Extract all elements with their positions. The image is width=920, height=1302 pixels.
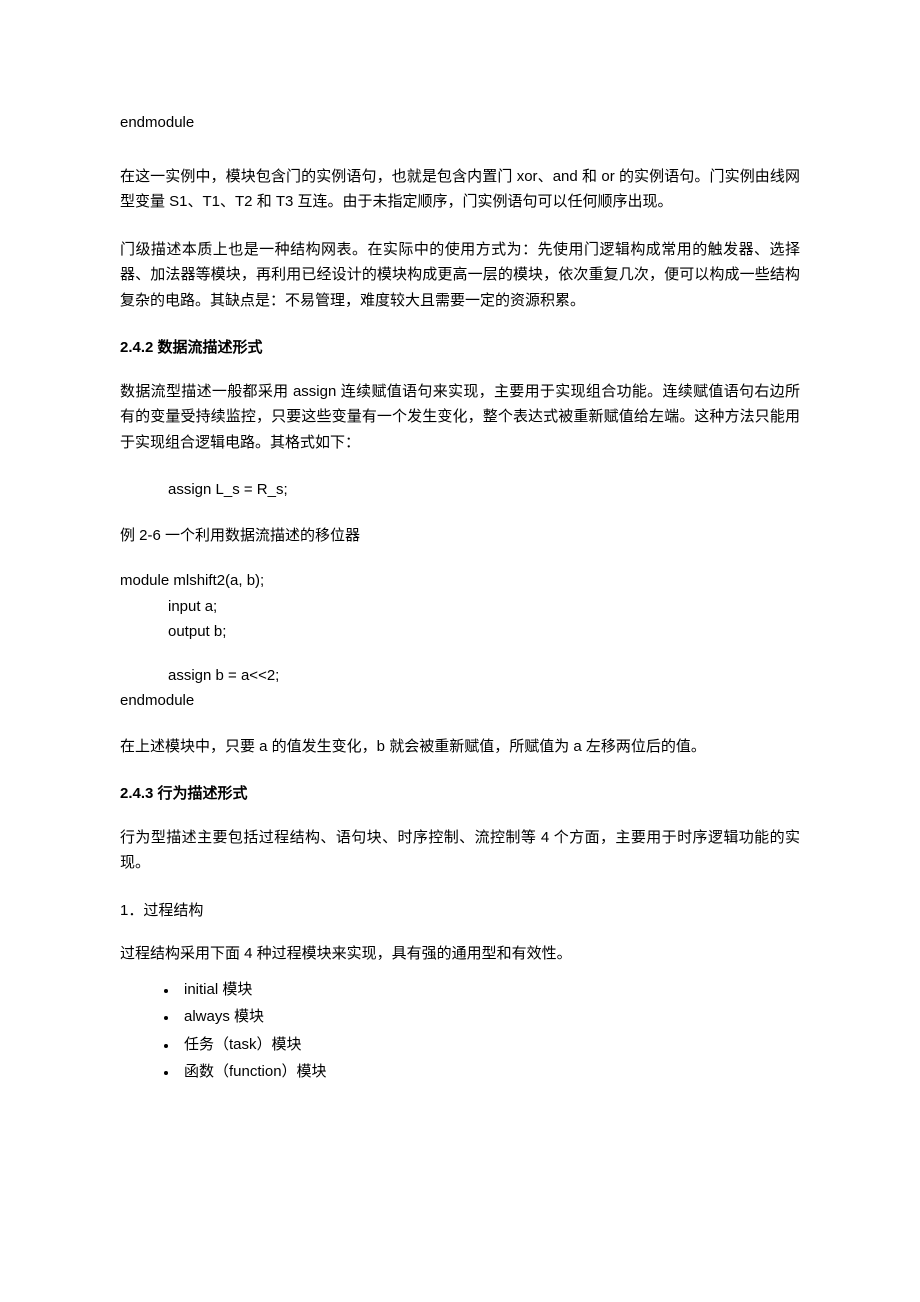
heading-242: 2.4.2 数据流描述形式 [120,335,800,361]
code-output-b: output b; [120,619,800,645]
code-endmodule-2: endmodule [120,688,800,714]
paragraph-gate-level: 门级描述本质上也是一种结构网表。在实际中的使用方式为：先使用门逻辑构成常用的触发… [120,237,800,314]
spacer [120,136,800,164]
code-assign-shift: assign b = a<<2; [120,663,800,689]
subheading-process-struct: 1．过程结构 [120,898,800,924]
code-module-decl: module mlshift2(a, b); [120,568,800,594]
code-input-a: input a; [120,594,800,620]
code-endmodule: endmodule [120,110,800,136]
spacer [120,714,800,734]
paragraph-intro-instance: 在这一实例中，模块包含门的实例语句，也就是包含内置门 xor、and 和 or … [120,164,800,215]
code-assign-syntax: assign L_s = R_s; [120,477,800,503]
list-item: 任务（task）模块 [178,1032,800,1058]
paragraph-shift-explain: 在上述模块中，只要 a 的值发生变化，b 就会被重新赋值，所赋值为 a 左移两位… [120,734,800,760]
bullet-list-process-blocks: initial 模块 always 模块 任务（task）模块 函数（funct… [120,977,800,1085]
paragraph-four-blocks: 过程结构采用下面 4 种过程模块来实现，具有强的通用型和有效性。 [120,941,800,967]
paragraph-dataflow-desc: 数据流型描述一般都采用 assign 连续赋值语句来实现，主要用于实现组合功能。… [120,379,800,456]
spacer [120,503,800,523]
paragraph-behavior-desc: 行为型描述主要包括过程结构、语句块、时序控制、流控制等 4 个方面，主要用于时序… [120,825,800,876]
list-item: initial 模块 [178,977,800,1003]
list-item: 函数（function）模块 [178,1059,800,1085]
spacer [120,645,800,663]
heading-243: 2.4.3 行为描述形式 [120,781,800,807]
document-page: endmodule 在这一实例中，模块包含门的实例语句，也就是包含内置门 xor… [0,0,920,1302]
example-2-6-label: 例 2-6 一个利用数据流描述的移位器 [120,523,800,549]
list-item: always 模块 [178,1004,800,1030]
